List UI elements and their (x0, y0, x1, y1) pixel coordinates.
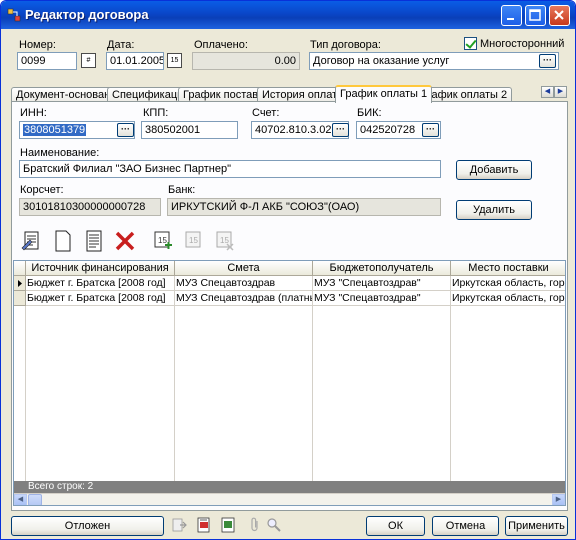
contract-type-label: Тип договора: (310, 39, 381, 51)
ellipsis-icon: ··· (336, 124, 345, 134)
payment-schedule-grid: Источник финансирования Смета Бюджетопол… (13, 260, 566, 506)
table-row-1-funding-source[interactable]: Бюджет г. Братска [2008 год] (26, 276, 175, 291)
table-row-2-estimate[interactable]: МУЗ Спецавтоздрав (платные) (175, 291, 313, 306)
print-document-icon[interactable] (196, 517, 212, 533)
paid-field: 0.00 (192, 52, 300, 70)
column-header-funding-source[interactable]: Источник финансирования (26, 261, 175, 276)
view-document-icon[interactable] (83, 230, 105, 252)
tab-scroll-left-button[interactable]: ◀ (541, 86, 554, 98)
maximize-button[interactable] (525, 5, 546, 26)
hash-icon: # (86, 57, 91, 64)
table-row-1-estimate[interactable]: МУЗ Спецавтоздрав (175, 276, 313, 291)
attachment-icon (251, 517, 258, 532)
add-schedule-icon[interactable]: 15 (152, 230, 174, 252)
remove-schedule-icon: 15 (216, 231, 234, 251)
edit-schedule-icon: 15 (185, 231, 201, 248)
tab-payment-schedule-1[interactable]: График оплаты 1 (335, 85, 433, 103)
bik-label: БИК: (357, 107, 382, 119)
corr-account-field: 30101810300000000728 (19, 198, 161, 216)
bank-field: ИРКУТСКИЙ Ф-Л АКБ "СОЮЗ"(ОАО) (167, 198, 441, 216)
account-label: Счет: (252, 107, 280, 119)
grid-footer-total: Всего строк: 2 (14, 481, 565, 493)
column-divider (175, 306, 313, 481)
table-row-2-funding-source[interactable]: Бюджет г. Братска [2008 год] (26, 291, 175, 306)
ellipsis-icon: ··· (426, 124, 435, 134)
maximize-icon (529, 9, 541, 21)
minimize-icon (507, 18, 514, 20)
postponed-button[interactable]: Отложен (11, 516, 164, 536)
inn-value: 3808051379 (23, 124, 87, 136)
delete-button[interactable]: Удалить (456, 200, 532, 220)
ellipsis-icon: ··· (543, 55, 552, 65)
name-field[interactable]: Братский Филиал "ЗАО Бизнес Партнер" (19, 160, 441, 178)
inn-select-button[interactable]: ··· (117, 123, 134, 137)
cancel-button[interactable]: Отмена (432, 516, 499, 536)
app-icon (7, 8, 21, 22)
column-header-recipient[interactable]: Бюджетополучатель (313, 261, 451, 276)
window-title: Редактор договора (25, 7, 149, 22)
table-row-1-recipient[interactable]: МУЗ "Спецавтоздрав" (313, 276, 451, 291)
export-document-icon[interactable] (220, 517, 236, 533)
title-bar[interactable]: Редактор договора (1, 1, 575, 29)
column-header-estimate[interactable]: Смета (175, 261, 313, 276)
edit-document-icon[interactable] (21, 230, 43, 252)
svg-text:15: 15 (189, 236, 198, 245)
date-field[interactable]: 01.01.2005 (106, 52, 164, 70)
scroll-left-button[interactable]: ◀ (14, 494, 27, 505)
apply-button[interactable]: Применить (505, 516, 568, 536)
row-indicator[interactable] (14, 291, 26, 306)
column-divider (313, 306, 451, 481)
number-hash-button[interactable]: # (81, 53, 96, 68)
table-row-2-delivery-place[interactable]: Иркутская область, город Бра (451, 291, 565, 306)
search-icon (267, 518, 281, 532)
paid-label: Оплачено: (194, 39, 248, 51)
multilateral-checkbox[interactable] (464, 37, 477, 50)
number-label: Номер: (19, 39, 56, 51)
arrow-right-icon: ▶ (555, 496, 562, 503)
table-row-2-recipient[interactable]: МУЗ "Спецавтоздрав" (313, 291, 451, 306)
horizontal-scrollbar[interactable]: ◀ ▶ (14, 493, 565, 505)
date-label: Дата: (107, 39, 135, 51)
name-label: Наименование: (20, 147, 100, 159)
delete-icon[interactable] (114, 230, 136, 252)
contract-type-field[interactable]: Договор на оказание услуг (309, 52, 559, 70)
kpp-field[interactable]: 380502001 (141, 121, 238, 139)
multilateral-label: Многосторонний (480, 38, 565, 50)
tab-strip: Документ-основание Спецификация График п… (11, 85, 567, 103)
kpp-label: КПП: (143, 107, 169, 119)
contract-type-select-button[interactable]: ··· (539, 54, 556, 68)
column-divider (26, 306, 175, 481)
scroll-thumb[interactable] (28, 494, 42, 505)
bik-select-button[interactable]: ··· (422, 123, 439, 137)
grid-corner (14, 261, 26, 276)
minimize-button[interactable] (501, 5, 522, 26)
table-row-1-delivery-place[interactable]: Иркутская область, город Бра (451, 276, 565, 291)
account-select-button[interactable]: ··· (332, 123, 349, 137)
arrow-left-icon: ◀ (544, 88, 551, 95)
add-button[interactable]: Добавить (456, 160, 532, 180)
current-row-arrow-icon (18, 280, 22, 287)
svg-text:15: 15 (158, 236, 167, 245)
calendar-button[interactable]: 15 (167, 53, 182, 68)
arrow-left-icon: ◀ (17, 496, 24, 503)
ok-button[interactable]: ОК (366, 516, 425, 536)
row-indicator[interactable] (14, 276, 26, 291)
column-divider (14, 306, 26, 481)
inn-label: ИНН: (20, 107, 47, 119)
number-field[interactable]: 0099 (17, 52, 77, 70)
new-document-icon[interactable] (52, 230, 74, 252)
arrow-right-icon: ▶ (557, 88, 564, 95)
svg-text:15: 15 (220, 236, 229, 245)
tab-scroll-right-button[interactable]: ▶ (554, 86, 567, 98)
contract-editor-window: Редактор договора Номер: 0099 # Дата: 01… (0, 0, 576, 540)
ellipsis-icon: ··· (121, 124, 130, 134)
column-header-delivery-place[interactable]: Место поставки (451, 261, 565, 276)
close-button[interactable] (549, 5, 570, 26)
bank-label: Банк: (168, 184, 196, 196)
corr-account-label: Корсчет: (20, 184, 64, 196)
scroll-right-button[interactable]: ▶ (552, 494, 565, 505)
close-icon (554, 10, 564, 20)
forward-document-icon (172, 518, 187, 532)
calendar-icon: 15 (170, 57, 179, 64)
